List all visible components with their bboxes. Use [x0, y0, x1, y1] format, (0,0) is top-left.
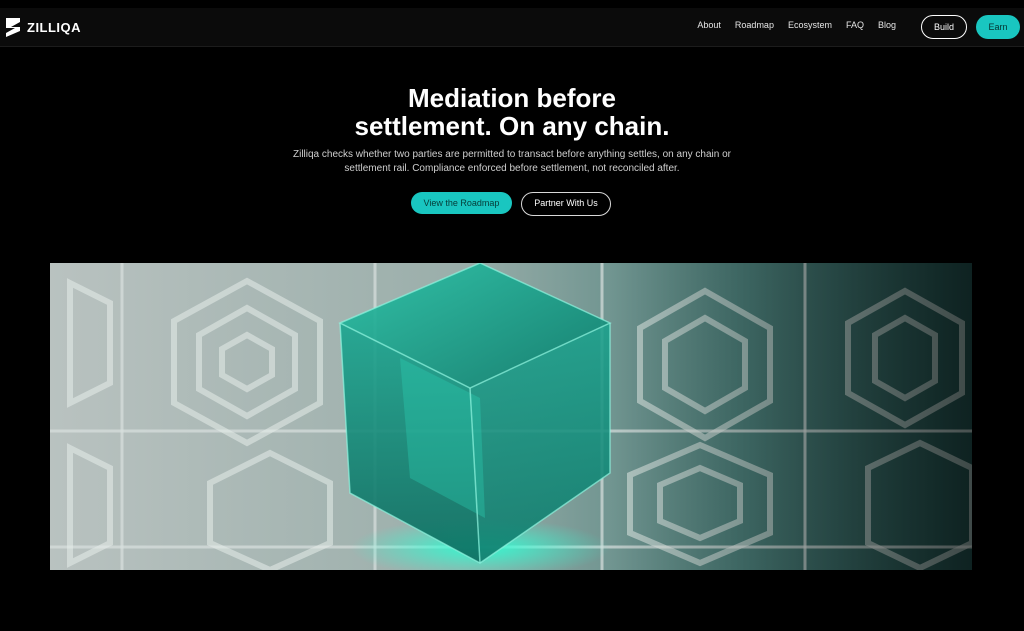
- hero-title-line-2: settlement. On any chain.: [354, 111, 670, 141]
- top-navigation-bar: ZILLIQA About Roadmap Ecosystem FAQ Blog…: [0, 8, 1024, 47]
- earn-button[interactable]: Earn: [976, 15, 1020, 39]
- nav-item-blog[interactable]: Blog: [878, 20, 896, 30]
- nav-item-roadmap[interactable]: Roadmap: [735, 20, 774, 30]
- hero-image-glass-cube: [50, 263, 972, 570]
- hero-subtitle-line-2: settlement rail. Compliance enforced bef…: [344, 163, 680, 174]
- hero-illustration: [50, 263, 972, 570]
- hero-title: Mediation before settlement. On any chai…: [0, 84, 1024, 140]
- nav-item-about[interactable]: About: [697, 20, 721, 30]
- main-nav: About Roadmap Ecosystem FAQ Blog: [697, 20, 896, 30]
- view-roadmap-button[interactable]: View the Roadmap: [411, 192, 512, 214]
- brand-wordmark: ZILLIQA: [27, 20, 82, 35]
- nav-item-faq[interactable]: FAQ: [846, 20, 864, 30]
- nav-item-ecosystem[interactable]: Ecosystem: [788, 20, 832, 30]
- hero-subtitle: Zilliqa checks whether two parties are p…: [0, 148, 1024, 176]
- build-button[interactable]: Build: [921, 15, 967, 39]
- hero-subtitle-line-1: Zilliqa checks whether two parties are p…: [292, 149, 731, 160]
- zilliqa-logo-icon: [6, 18, 20, 37]
- hero-title-line-1: Mediation before: [407, 83, 616, 113]
- partner-with-us-button[interactable]: Partner With Us: [521, 192, 611, 216]
- brand[interactable]: ZILLIQA: [5, 17, 81, 38]
